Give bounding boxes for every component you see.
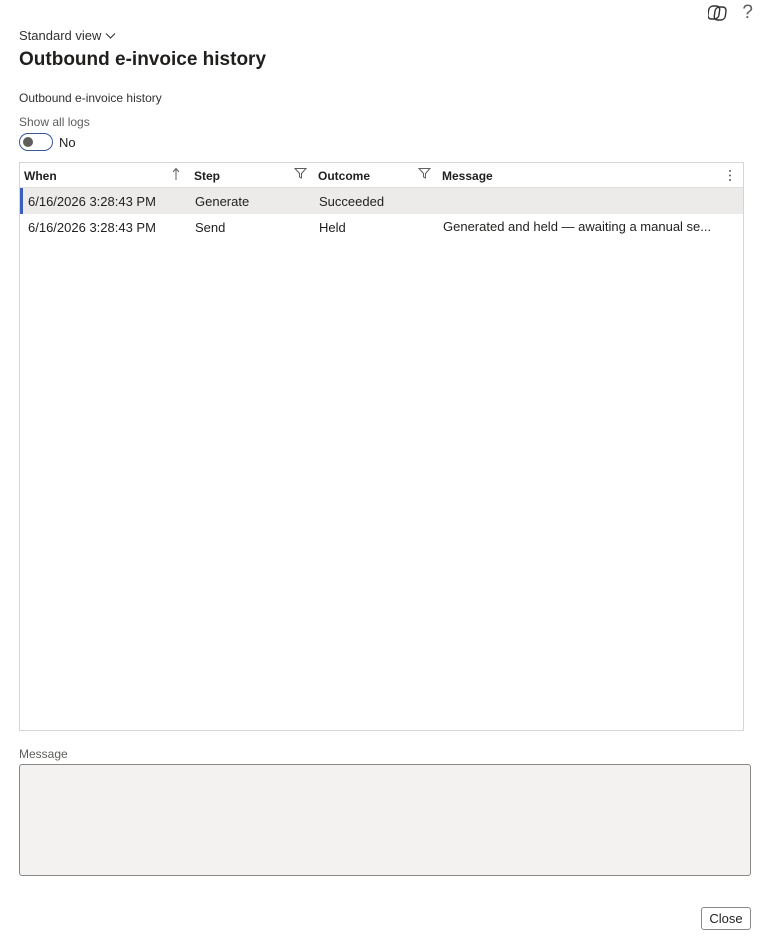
cell-step: Send bbox=[195, 219, 226, 235]
column-header-when[interactable]: When bbox=[24, 163, 57, 188]
message-textarea[interactable] bbox=[19, 764, 751, 876]
more-options-icon[interactable] bbox=[728, 169, 732, 182]
close-button[interactable]: Close bbox=[701, 907, 751, 930]
sort-ascending-icon[interactable] bbox=[172, 167, 180, 181]
page-title: Outbound e-invoice history bbox=[19, 49, 267, 70]
help-icon[interactable]: ? bbox=[742, 3, 753, 22]
toggle-knob bbox=[23, 137, 33, 147]
cell-message: Generated and held — awaiting a manual s… bbox=[443, 219, 712, 234]
copilot-icon[interactable] bbox=[708, 4, 728, 22]
message-label: Message bbox=[19, 747, 68, 761]
cell-when: 6/16/2026 3:28:43 PM bbox=[28, 193, 156, 209]
filter-icon[interactable] bbox=[294, 167, 307, 180]
cell-when: 6/16/2026 3:28:43 PM bbox=[28, 219, 156, 235]
top-toolbar: ? bbox=[708, 3, 753, 22]
show-all-logs-toggle[interactable] bbox=[19, 133, 53, 151]
column-header-outcome[interactable]: Outcome bbox=[318, 163, 370, 188]
show-all-logs-label: Show all logs bbox=[19, 115, 90, 129]
view-selector[interactable]: Standard view bbox=[19, 28, 116, 43]
cell-outcome: Held bbox=[319, 219, 346, 235]
table-row[interactable]: 6/16/2026 3:28:43 PM Generate Succeeded bbox=[20, 188, 743, 214]
view-selector-label: Standard view bbox=[19, 28, 102, 43]
column-header-message[interactable]: Message bbox=[442, 163, 493, 188]
filter-icon[interactable] bbox=[418, 167, 431, 180]
history-grid: When Step Outcome Message 6/16/2026 3:28… bbox=[19, 162, 744, 731]
cell-outcome: Succeeded bbox=[319, 193, 385, 209]
show-all-logs-row: No bbox=[19, 133, 76, 151]
toggle-value: No bbox=[59, 134, 76, 150]
column-header-step[interactable]: Step bbox=[194, 163, 220, 188]
grid-header: When Step Outcome Message bbox=[20, 163, 743, 188]
cell-step: Generate bbox=[195, 193, 250, 209]
chevron-down-icon bbox=[105, 28, 116, 43]
section-label: Outbound e-invoice history bbox=[19, 91, 162, 105]
table-row[interactable]: 6/16/2026 3:28:43 PM Send Held Generated… bbox=[20, 214, 743, 240]
cell-message bbox=[443, 188, 718, 214]
